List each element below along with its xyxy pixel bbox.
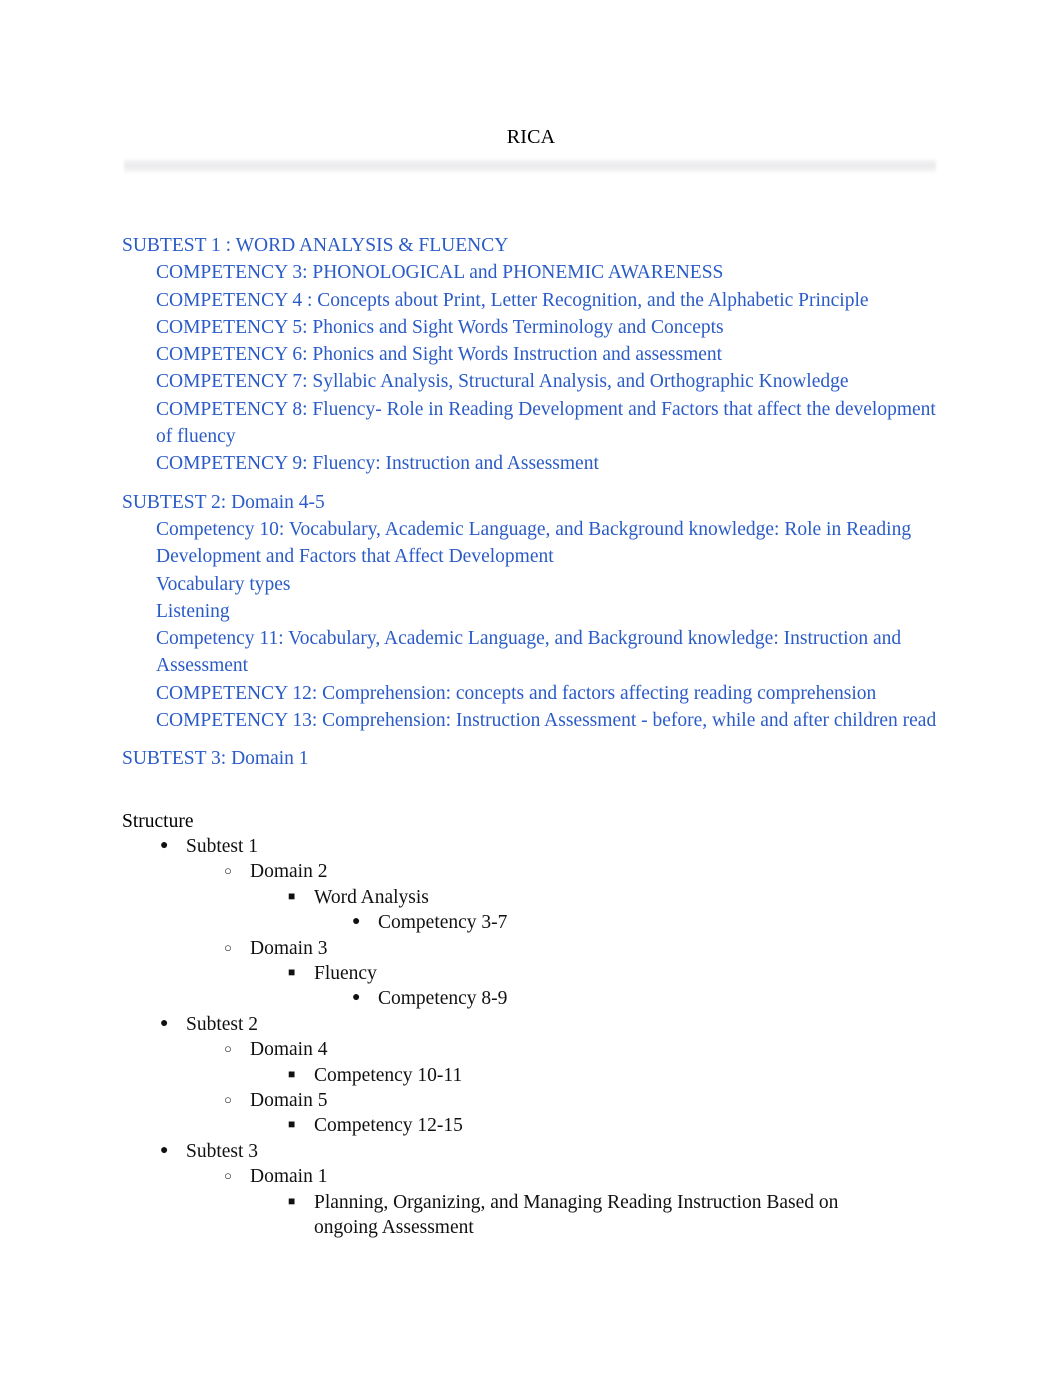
- outline-spacer-1: [122, 478, 938, 489]
- subtest-2-competency-11: Competency 11: Vocabulary, Academic Lang…: [156, 625, 938, 680]
- tree-label-competency-10-11: Competency 10-11: [314, 1063, 462, 1088]
- subtest-2-competency-13: COMPETENCY 13: Comprehension: Instructio…: [156, 707, 938, 734]
- list-item: ■ Fluency: [288, 961, 938, 986]
- subtest-1-competency-5: COMPETENCY 5: Phonics and Sight Words Te…: [156, 314, 938, 341]
- hollow-circle-bullet-icon: ○: [224, 939, 232, 955]
- tree-label-fluency: Fluency: [314, 961, 377, 986]
- subtest-3-heading: SUBTEST 3: Domain 1: [122, 745, 938, 772]
- subtest-1-competency-6: COMPETENCY 6: Phonics and Sight Words In…: [156, 341, 938, 368]
- list-item: ○ Domain 3: [224, 936, 938, 961]
- subtest-2-heading: SUBTEST 2: Domain 4-5: [122, 489, 938, 516]
- tree-label-domain-5: Domain 5: [250, 1088, 327, 1113]
- tree-label-competency-8-9: Competency 8-9: [378, 986, 507, 1011]
- hollow-circle-bullet-icon: ○: [224, 1168, 232, 1184]
- list-item: ● Subtest 1: [160, 834, 938, 859]
- tree-label-competency-12-15: Competency 12-15: [314, 1113, 463, 1138]
- subtest-1-competency-4: COMPETENCY 4 : Concepts about Print, Let…: [156, 287, 938, 314]
- tree-label-domain-4: Domain 4: [250, 1037, 327, 1062]
- structure-heading: Structure: [122, 811, 194, 832]
- hollow-circle-bullet-icon: ○: [224, 863, 232, 879]
- document-page: RICA SUBTEST 1 : WORD ANALYSIS & FLUENCY…: [0, 0, 1062, 1377]
- structure-tree: ● Subtest 1 ○ Domain 2 ■ Word Analysis ● Com…: [122, 834, 938, 1241]
- list-item: ● Subtest 3: [160, 1139, 938, 1164]
- hollow-circle-bullet-icon: ○: [224, 1041, 232, 1057]
- filled-square-bullet-icon: ■: [288, 1066, 296, 1081]
- subtest-2-competency-10: Competency 10: Vocabulary, Academic Lang…: [156, 516, 938, 571]
- tree-label-subtest-3: Subtest 3: [186, 1139, 258, 1164]
- outline-spacer-2: [122, 734, 938, 745]
- list-item: ○ Domain 1: [224, 1164, 938, 1189]
- subtest-1-competency-9: COMPETENCY 9: Fluency: Instruction and A…: [156, 450, 938, 477]
- subtest-1-competency-8: COMPETENCY 8: Fluency- Role in Reading D…: [156, 396, 938, 451]
- list-item: ■ Competency 10-11: [288, 1063, 938, 1088]
- tree-label-planning-organizing: Planning, Organizing, and Managing Readi…: [314, 1190, 874, 1241]
- page-title: RICA: [506, 126, 556, 148]
- tree-label-domain-3: Domain 3: [250, 936, 327, 961]
- subtest-2-listening: Listening: [156, 598, 938, 625]
- list-item: ● Competency 8-9: [352, 986, 938, 1011]
- subtest-2-competency-12: COMPETENCY 12: Comprehension: concepts a…: [156, 680, 938, 707]
- subtest-1-competency-7: COMPETENCY 7: Syllabic Analysis, Structu…: [156, 368, 938, 395]
- list-item: ■ Planning, Organizing, and Managing Read…: [288, 1190, 938, 1241]
- filled-square-bullet-icon: ■: [288, 965, 296, 980]
- list-item: ○ Domain 4: [224, 1037, 938, 1062]
- subtest-1-heading: SUBTEST 1 : WORD ANALYSIS & FLUENCY: [122, 232, 938, 259]
- hollow-circle-bullet-icon: ○: [224, 1092, 232, 1108]
- list-item: ● Subtest 2: [160, 1012, 938, 1037]
- filled-circle-bullet-icon: ●: [160, 838, 169, 853]
- subtest-2-vocabulary-types: Vocabulary types: [156, 571, 938, 598]
- filled-square-bullet-icon: ■: [288, 1117, 296, 1132]
- filled-square-bullet-icon: ■: [288, 1193, 296, 1208]
- filled-circle-bullet-icon: ●: [160, 1015, 169, 1031]
- outline-section: SUBTEST 1 : WORD ANALYSIS & FLUENCY COMP…: [122, 232, 938, 773]
- tree-label-domain-2: Domain 2: [250, 859, 327, 884]
- list-item: ○ Domain 5: [224, 1088, 938, 1113]
- list-item: ■ Word Analysis: [288, 885, 938, 910]
- filled-circle-bullet-icon: ●: [352, 914, 361, 930]
- filled-square-bullet-icon: ■: [288, 888, 296, 903]
- tree-label-competency-3-7: Competency 3-7: [378, 910, 507, 935]
- subtest-1-competency-3: COMPETENCY 3: PHONOLOGICAL and PHONEMIC …: [156, 259, 938, 286]
- tree-label-domain-1: Domain 1: [250, 1164, 327, 1189]
- filled-circle-bullet-icon: ●: [160, 1142, 169, 1158]
- tree-label-subtest-1: Subtest 1: [186, 834, 258, 859]
- list-item: ■ Competency 12-15: [288, 1113, 938, 1138]
- list-item: ○ Domain 2: [224, 859, 938, 884]
- title-underline-shading: [124, 158, 936, 174]
- tree-label-word-analysis: Word Analysis: [314, 885, 429, 910]
- list-item: ● Competency 3-7: [352, 910, 938, 935]
- filled-circle-bullet-icon: ●: [352, 990, 361, 1006]
- tree-label-subtest-2: Subtest 2: [186, 1012, 258, 1037]
